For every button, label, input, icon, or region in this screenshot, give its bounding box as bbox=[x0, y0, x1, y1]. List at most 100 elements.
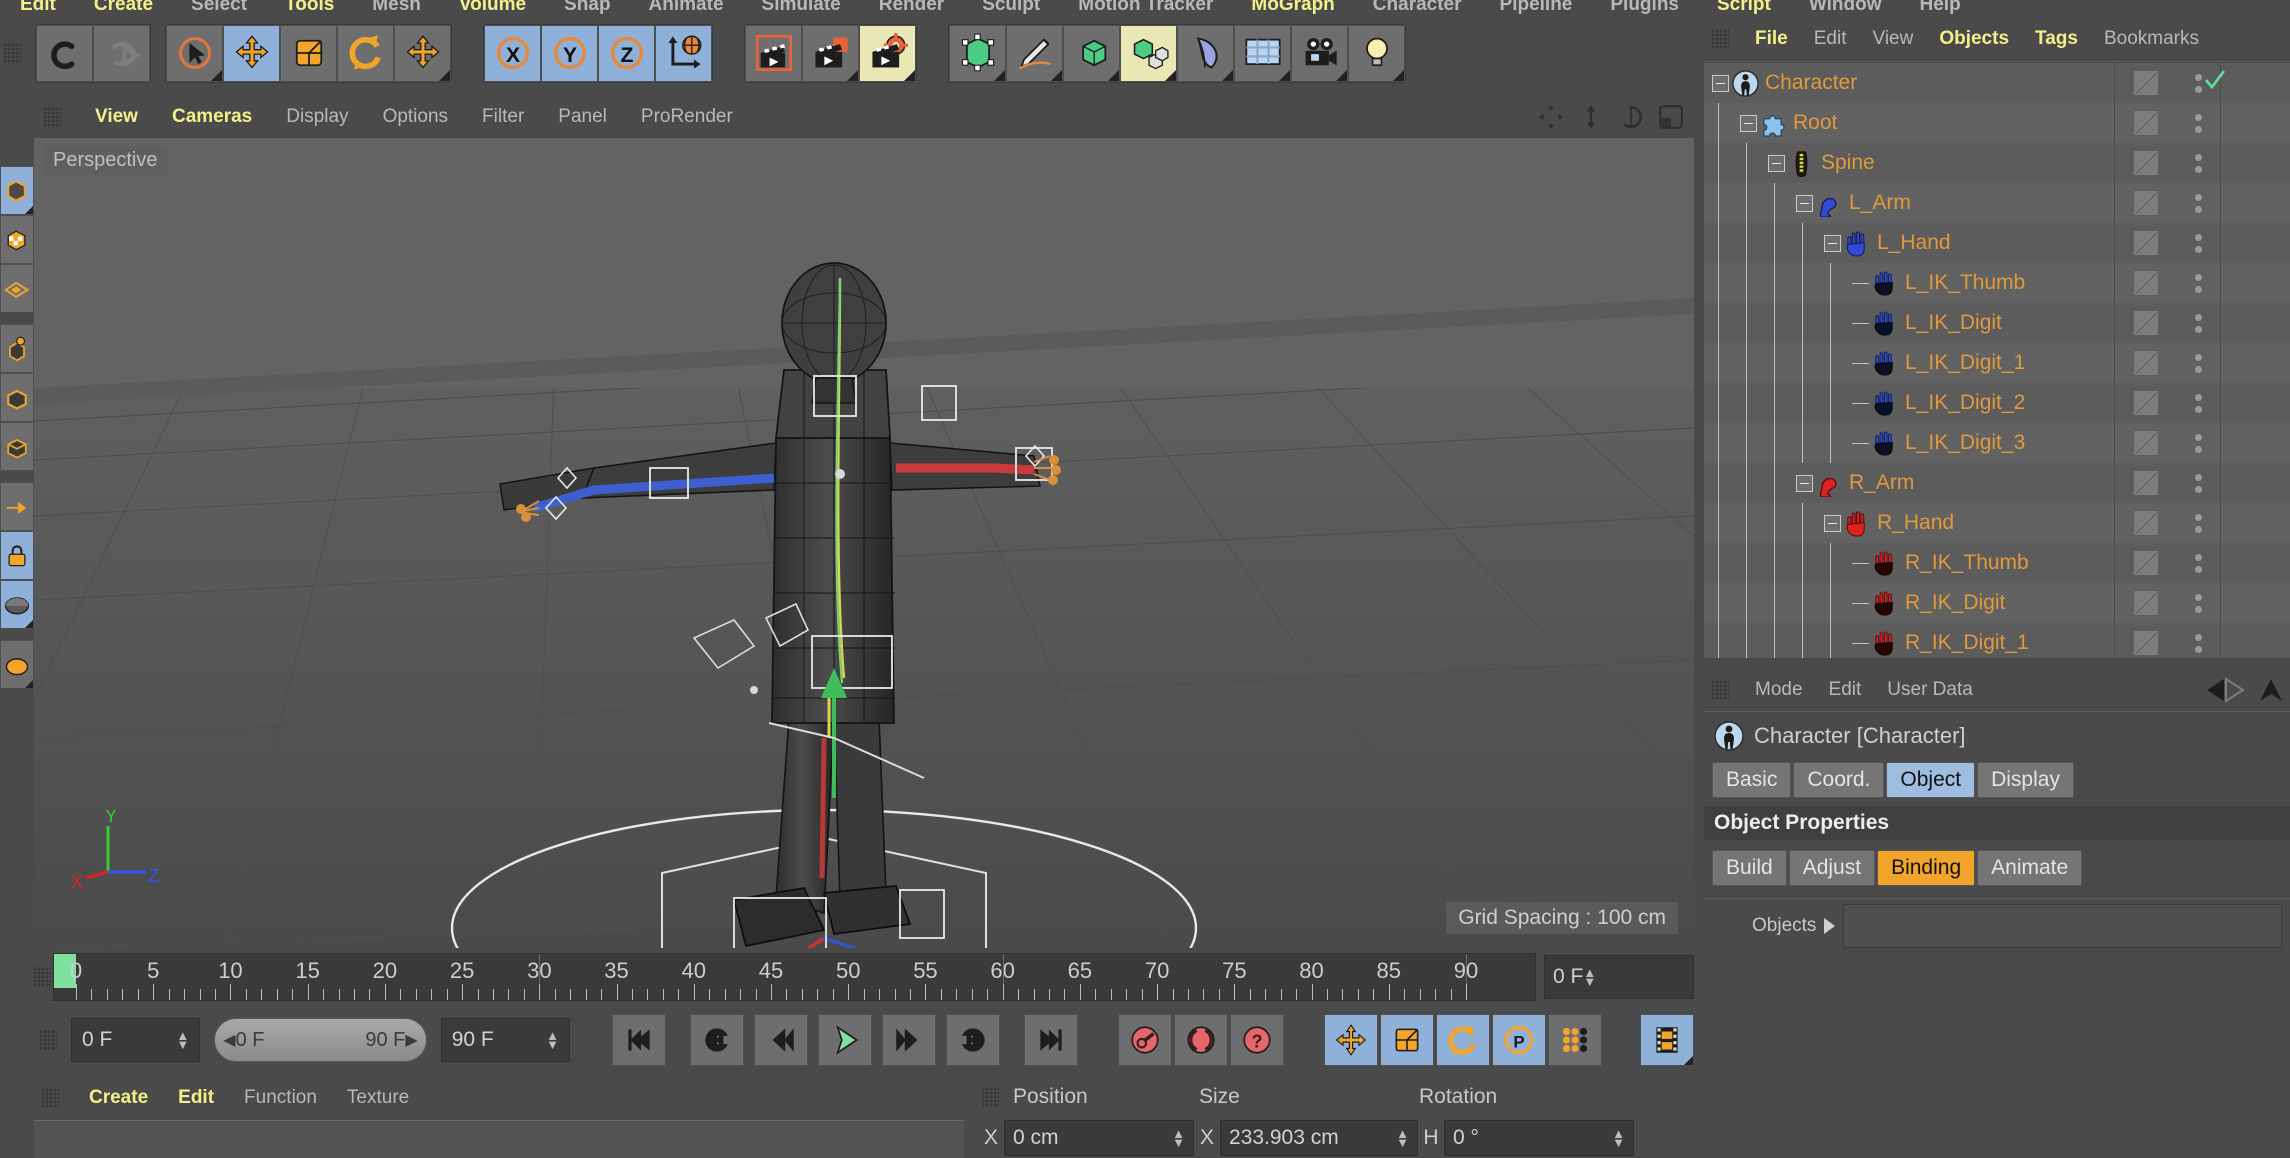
object-dots-cell[interactable] bbox=[2176, 583, 2220, 623]
left-tool-quantize[interactable] bbox=[0, 640, 34, 689]
visibility-toggle-icon[interactable] bbox=[2132, 550, 2159, 576]
pan-camera-icon[interactable] bbox=[1538, 104, 1564, 130]
dot-icon[interactable] bbox=[2194, 245, 2202, 253]
attribute-menu-edit[interactable]: Edit bbox=[1829, 679, 1862, 701]
table-row[interactable]: R_IK_Digit bbox=[1704, 583, 2290, 623]
dot-icon[interactable] bbox=[2194, 125, 2202, 133]
attribute-manager-grip[interactable] bbox=[1712, 678, 1729, 701]
object-visibility-cell[interactable] bbox=[2114, 263, 2176, 303]
rotation-h-spinner[interactable]: ▲ ▼ bbox=[1612, 1127, 1625, 1149]
object-visibility-cell[interactable] bbox=[2114, 183, 2176, 223]
menu-item-window[interactable]: Window bbox=[1809, 0, 1882, 16]
table-row[interactable]: L_IK_Digit_3 bbox=[1704, 423, 2290, 463]
dot-icon[interactable] bbox=[2194, 153, 2202, 161]
object-visibility-cell[interactable] bbox=[2114, 423, 2176, 463]
max-frame-spinner[interactable]: ▲ ▼ bbox=[546, 1029, 559, 1051]
size-x-spinner[interactable]: ▲ ▼ bbox=[1396, 1127, 1409, 1149]
dot-icon[interactable] bbox=[2194, 73, 2202, 81]
table-row[interactable]: L_Arm bbox=[1704, 183, 2290, 223]
table-row[interactable]: L_IK_Digit bbox=[1704, 303, 2290, 343]
table-row[interactable]: R_Arm bbox=[1704, 463, 2290, 503]
dot-icon[interactable] bbox=[2194, 313, 2202, 321]
attribute-menu-mode[interactable]: Mode bbox=[1755, 679, 1803, 701]
timeline-grip[interactable] bbox=[34, 966, 51, 988]
object-tags-cell[interactable] bbox=[2220, 383, 2290, 423]
object-dots-cell[interactable] bbox=[2176, 383, 2220, 423]
up-arrow-icon[interactable] bbox=[2258, 677, 2284, 703]
object-dots-cell[interactable] bbox=[2176, 63, 2226, 103]
object-row-columns[interactable] bbox=[2114, 63, 2290, 103]
object-tags-cell[interactable] bbox=[2220, 623, 2290, 658]
object-menu-tags[interactable]: Tags bbox=[2035, 28, 2078, 50]
material-menu-texture[interactable]: Texture bbox=[347, 1087, 409, 1109]
object-visibility-cell[interactable] bbox=[2114, 543, 2176, 583]
attribute-tab-coord[interactable]: Coord. bbox=[1793, 762, 1885, 798]
object-visibility-cell[interactable] bbox=[2114, 103, 2176, 143]
objects-field-row[interactable]: Objects bbox=[1704, 899, 2290, 953]
object-tags-cell[interactable] bbox=[2220, 583, 2290, 623]
transport-go-to-end[interactable] bbox=[1024, 1014, 1078, 1066]
objprop-tab-adjust[interactable]: Adjust bbox=[1788, 850, 1876, 886]
dot-icon[interactable] bbox=[2194, 85, 2202, 93]
transport-keyframe-help[interactable]: ? bbox=[1230, 1014, 1284, 1066]
coordinates-grip[interactable] bbox=[982, 1086, 999, 1108]
viewport-panel-grip[interactable] bbox=[44, 106, 61, 128]
back-arrow-icon[interactable] bbox=[2204, 677, 2248, 703]
transport-grip[interactable] bbox=[40, 1029, 57, 1051]
visibility-toggle-icon[interactable] bbox=[2132, 510, 2159, 536]
objects-dropzone[interactable] bbox=[1843, 904, 2282, 948]
dot-icon[interactable] bbox=[2194, 605, 2202, 613]
open-timeline-button[interactable] bbox=[1640, 1014, 1694, 1066]
menu-item-plugins[interactable]: Plugins bbox=[1610, 0, 1679, 16]
dot-icon[interactable] bbox=[2194, 513, 2202, 521]
menu-item-motion-tracker[interactable]: Motion Tracker bbox=[1078, 0, 1213, 16]
table-row[interactable]: L_IK_Thumb bbox=[1704, 263, 2290, 303]
toolbar-button-redo[interactable] bbox=[93, 24, 150, 82]
object-dots-cell[interactable] bbox=[2176, 263, 2220, 303]
viewport-menu-filter[interactable]: Filter bbox=[482, 106, 524, 128]
toolbar-button-undo[interactable] bbox=[36, 24, 93, 82]
toolbar-button-axis-y[interactable]: Y bbox=[541, 24, 598, 82]
objprop-tab-animate[interactable]: Animate bbox=[1977, 850, 2083, 886]
dot-icon[interactable] bbox=[2194, 633, 2202, 641]
object-row-columns[interactable] bbox=[2114, 543, 2290, 583]
toolbar-button-render-settings[interactable] bbox=[859, 24, 916, 82]
object-tags-cell[interactable] bbox=[2220, 303, 2290, 343]
toolbar-group-transform-tools[interactable] bbox=[165, 23, 452, 83]
dolly-camera-icon[interactable] bbox=[1578, 104, 1604, 130]
attribute-manager-panel[interactable]: Mode Edit User Data Character [Character] … bbox=[1704, 668, 2290, 1088]
visibility-toggle-icon[interactable] bbox=[2132, 390, 2159, 416]
toolbar-button-scale[interactable] bbox=[280, 24, 337, 82]
material-manager-grip[interactable] bbox=[42, 1087, 59, 1109]
tree-expander[interactable] bbox=[1740, 114, 1757, 132]
menu-item-help[interactable]: Help bbox=[1920, 0, 1961, 16]
object-manager-menu[interactable]: File Edit View Objects Tags Bookmarks bbox=[1704, 16, 2290, 62]
toolbar-button-rotate[interactable] bbox=[337, 24, 394, 82]
visibility-toggle-icon[interactable] bbox=[2132, 270, 2159, 296]
object-dots-cell[interactable] bbox=[2176, 463, 2220, 503]
dot-icon[interactable] bbox=[2194, 433, 2202, 441]
table-row[interactable]: L_IK_Digit_2 bbox=[1704, 383, 2290, 423]
object-properties-subtabs[interactable]: Build Adjust Binding Animate bbox=[1704, 850, 2290, 886]
object-tags-cell[interactable] bbox=[2220, 543, 2290, 583]
object-row-columns[interactable] bbox=[2114, 583, 2290, 623]
viewport-menu-prorender[interactable]: ProRender bbox=[641, 106, 733, 128]
toolbar-group-primitives[interactable] bbox=[948, 23, 1406, 83]
menu-item-create[interactable]: Create bbox=[94, 0, 153, 16]
left-tool-planar-workplane[interactable] bbox=[0, 580, 34, 629]
table-row[interactable]: R_Hand bbox=[1704, 503, 2290, 543]
objprop-tab-binding[interactable]: Binding bbox=[1877, 850, 1976, 886]
object-visibility-cell[interactable] bbox=[2114, 583, 2176, 623]
dot-icon[interactable] bbox=[2194, 165, 2202, 173]
menu-item-edit[interactable]: Edit bbox=[20, 0, 56, 16]
dot-icon[interactable] bbox=[2194, 365, 2202, 373]
toolbar-button-axis-z[interactable]: Z bbox=[598, 24, 655, 82]
object-row-columns[interactable] bbox=[2114, 423, 2290, 463]
menu-item-pipeline[interactable]: Pipeline bbox=[1500, 0, 1573, 16]
object-dots-cell[interactable] bbox=[2176, 503, 2220, 543]
toolbar-grip[interactable] bbox=[4, 42, 21, 64]
visibility-toggle-icon[interactable] bbox=[2132, 630, 2159, 656]
menu-item-select[interactable]: Select bbox=[191, 0, 247, 16]
dot-icon[interactable] bbox=[2194, 645, 2202, 653]
left-tool-point-mode[interactable] bbox=[0, 324, 34, 373]
